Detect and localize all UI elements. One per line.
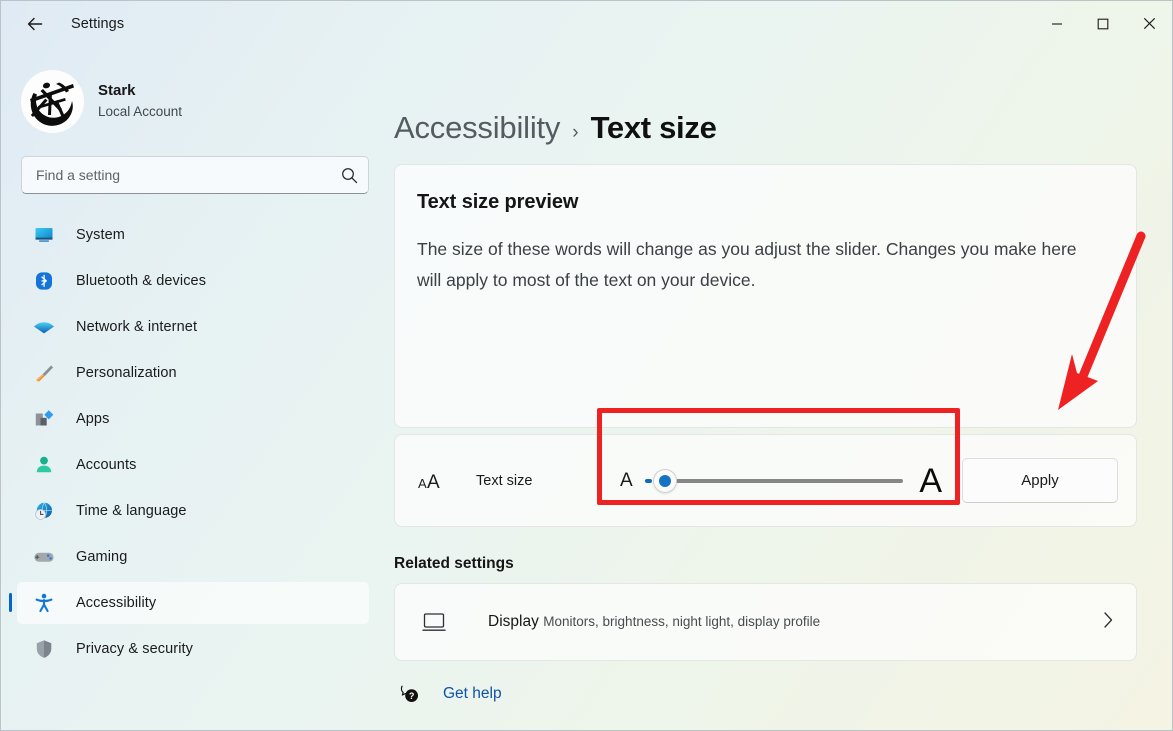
breadcrumb-parent[interactable]: Accessibility: [394, 110, 560, 146]
paintbrush-icon: [33, 362, 55, 384]
sidebar-item-apps[interactable]: Apps: [17, 398, 369, 440]
sidebar-item-personalization[interactable]: Personalization: [17, 352, 369, 394]
system-icon: [33, 224, 55, 246]
back-arrow-icon: [27, 17, 43, 30]
text-size-slider[interactable]: [644, 465, 904, 497]
back-button[interactable]: [17, 6, 53, 42]
slider-track-filled: [644, 478, 653, 483]
app-title: Settings: [71, 15, 125, 32]
apps-icon: [33, 408, 55, 430]
search-input[interactable]: [36, 167, 341, 183]
breadcrumb: Accessibility › Text size: [389, 46, 1147, 164]
breadcrumb-separator: ›: [572, 122, 579, 143]
slider-max-glyph: A: [919, 461, 942, 500]
close-button[interactable]: [1126, 1, 1172, 46]
text-size-preview-card: Text size preview The size of these word…: [394, 164, 1137, 428]
sidebar-item-accounts[interactable]: Accounts: [17, 444, 369, 486]
sidebar-item-label: Privacy & security: [76, 641, 194, 657]
text-size-row: A A Text size A A Apply: [394, 434, 1137, 527]
person-icon: [33, 454, 55, 476]
get-help-link[interactable]: ? Get help: [399, 683, 1147, 705]
clock-globe-icon: [33, 500, 55, 522]
sidebar-item-label: Personalization: [76, 365, 177, 381]
sidebar-item-gaming[interactable]: Gaming: [17, 536, 369, 578]
get-help-label[interactable]: Get help: [443, 685, 502, 703]
svg-text:A: A: [427, 472, 440, 492]
sidebar-item-label: Bluetooth & devices: [76, 273, 207, 289]
account-type: Local Account: [98, 104, 183, 119]
slider-min-glyph: A: [620, 470, 633, 491]
help-bubble-icon: ?: [399, 683, 421, 705]
gamepad-icon: [33, 546, 55, 568]
sidebar-item-privacy-security[interactable]: Privacy & security: [17, 628, 369, 670]
wifi-icon: [33, 316, 55, 338]
title-bar: Settings: [1, 1, 1172, 46]
account-text: Stark Local Account: [98, 80, 182, 122]
sidebar-item-accessibility[interactable]: Accessibility: [9, 582, 369, 624]
svg-text:?: ?: [409, 691, 415, 701]
search-box[interactable]: [21, 156, 369, 194]
text-size-icon: A A: [417, 470, 447, 492]
avatar: [21, 69, 84, 133]
settings-window: Settings Stark Local Account Find a sett…: [0, 0, 1173, 731]
sidebar-item-label: Apps: [76, 411, 110, 427]
page-title: Text size: [590, 110, 717, 145]
shield-icon: [33, 638, 55, 660]
apply-button[interactable]: Apply: [962, 458, 1118, 503]
bluetooth-icon: [33, 270, 55, 292]
close-icon: [1143, 17, 1155, 30]
sidebar: Stark Local Account Find a setting Syste…: [1, 46, 389, 730]
maximize-button[interactable]: [1080, 1, 1126, 46]
sidebar-item-time-language[interactable]: Time & language: [17, 490, 369, 532]
account-name: Stark: [98, 82, 136, 99]
avatar-image: [21, 69, 84, 133]
display-title: Display: [488, 613, 539, 630]
minimize-button[interactable]: [1034, 1, 1080, 46]
sidebar-item-label: Network & internet: [76, 319, 198, 335]
window-controls: [1034, 1, 1172, 46]
sidebar-item-label: System: [76, 227, 125, 243]
account-summary[interactable]: Stark Local Account: [1, 46, 389, 138]
monitor-icon: [417, 610, 451, 634]
display-text-block: Display Monitors, brightness, night ligh…: [488, 611, 1102, 633]
display-subtitle: Monitors, brightness, night light, displ…: [543, 614, 821, 629]
slider-thumb[interactable]: [654, 469, 677, 492]
chevron-right-icon[interactable]: [1102, 611, 1114, 634]
search-icon[interactable]: [341, 167, 358, 184]
sidebar-item-label: Gaming: [76, 549, 128, 565]
maximize-icon: [1097, 18, 1109, 29]
sidebar-item-label: Time & language: [76, 503, 187, 519]
main-pane: Accessibility › Text size Text size prev…: [389, 46, 1172, 730]
preview-title: Text size preview: [417, 191, 579, 213]
sidebar-item-label: Accounts: [76, 457, 137, 473]
related-item-display[interactable]: Display Monitors, brightness, night ligh…: [394, 583, 1137, 661]
sidebar-item-label: Accessibility: [76, 595, 157, 611]
text-size-label: Text size: [476, 472, 533, 489]
content-area: Stark Local Account Find a setting Syste…: [1, 46, 1172, 730]
sidebar-item-system[interactable]: System: [17, 214, 369, 256]
slider-track-remaining: [676, 478, 904, 483]
preview-body: The size of these words will change as y…: [417, 239, 1077, 290]
svg-text:A: A: [418, 476, 427, 491]
related-settings-heading: Related settings: [394, 555, 514, 572]
sidebar-item-bluetooth-devices[interactable]: Bluetooth & devices: [17, 260, 369, 302]
sidebar-nav: System Bluetooth & devices Network & int…: [1, 214, 389, 670]
minimize-icon: [1052, 22, 1062, 25]
text-size-slider-zone: A A: [606, 464, 950, 498]
sidebar-item-network-internet[interactable]: Network & internet: [17, 306, 369, 348]
accessibility-icon: [33, 592, 55, 614]
